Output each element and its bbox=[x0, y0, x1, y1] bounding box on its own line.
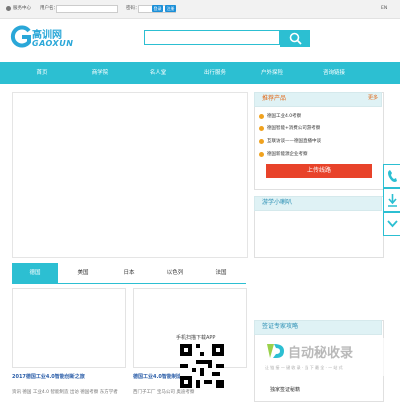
recommend-item[interactable]: 互联访谈——德国直播中谈 bbox=[267, 139, 321, 145]
visa-title: 签证专家攻略 bbox=[262, 323, 299, 330]
nav-item-travel-service[interactable]: 出行服务 bbox=[197, 62, 233, 84]
site-logo[interactable]: 高训网 GAOXUN bbox=[10, 25, 76, 51]
recommend-title: 推荐产品 bbox=[262, 95, 287, 102]
visa-exclusive-link[interactable]: 独家签证秘籍 bbox=[270, 388, 300, 393]
qr-caption: 手机扫描下载APP bbox=[176, 335, 216, 341]
float-scroll-button[interactable] bbox=[383, 212, 400, 236]
member-center-link[interactable]: 服务中心 bbox=[13, 6, 31, 12]
article-card-desc: 西门子工厂 宝马公司 奥迪考察 bbox=[133, 390, 195, 395]
banner-area[interactable] bbox=[12, 92, 248, 258]
username-input[interactable] bbox=[56, 5, 118, 13]
chevron-down-icon bbox=[387, 220, 398, 228]
article-card-desc: 资讯 德国 工业4.0 智能制造 出访 德国考察 东方学者 bbox=[12, 390, 118, 395]
tab-usa[interactable]: 美国 bbox=[60, 263, 106, 283]
language-switch[interactable]: EN bbox=[381, 6, 387, 12]
register-button[interactable]: 注册 bbox=[165, 5, 176, 12]
bullet-icon bbox=[259, 114, 264, 119]
watermark-brand: 自动秘收录 bbox=[288, 346, 354, 361]
top-bar: 服务中心 用户名： 密码： 登录 注册 EN bbox=[0, 0, 400, 19]
tab-france[interactable]: 法国 bbox=[198, 263, 244, 283]
recommend-item[interactable]: 德国新能源企业考察 bbox=[267, 152, 308, 158]
search-button[interactable] bbox=[280, 30, 310, 47]
tabs-underline bbox=[12, 283, 246, 284]
search-input[interactable] bbox=[144, 30, 280, 45]
member-center-icon bbox=[6, 6, 11, 11]
tab-israel[interactable]: 以色列 bbox=[152, 263, 198, 283]
app-qr-code[interactable] bbox=[180, 344, 224, 388]
article-card-image[interactable] bbox=[12, 288, 126, 368]
bullet-icon bbox=[259, 139, 264, 144]
recommend-item[interactable]: 德国工业4.0考察 bbox=[267, 114, 301, 120]
download-icon bbox=[388, 194, 397, 207]
article-card-title[interactable]: 德国工业4.0智能制造 bbox=[133, 375, 182, 380]
login-button[interactable]: 登录 bbox=[152, 5, 163, 12]
nav-item-consult-links[interactable]: 咨询链接 bbox=[316, 62, 352, 84]
nav-item-hall-of-fame[interactable]: 名人堂 bbox=[140, 62, 176, 84]
qr-code-icon bbox=[180, 344, 224, 388]
search-icon bbox=[289, 32, 302, 45]
recommend-more-link[interactable]: 更多 bbox=[368, 96, 378, 101]
tab-japan[interactable]: 日本 bbox=[106, 263, 152, 283]
logo-g-icon bbox=[10, 25, 31, 48]
bullet-icon bbox=[259, 126, 264, 131]
logo-english-text: GAOXUN bbox=[32, 39, 74, 48]
upload-route-button[interactable]: 上传线路 bbox=[266, 164, 372, 178]
nav-item-business-school[interactable]: 商学院 bbox=[82, 62, 118, 84]
main-nav: 首页 商学院 名人堂 出行服务 户外探险 咨询链接 bbox=[0, 62, 400, 84]
float-download-button[interactable] bbox=[383, 188, 400, 212]
phone-icon bbox=[388, 170, 397, 182]
nav-item-outdoor[interactable]: 户外探险 bbox=[254, 62, 290, 84]
article-card-title[interactable]: 2017德国工业4.0智能创新之旅 bbox=[12, 375, 85, 380]
recommend-item[interactable]: 德国智能+消费公司游考察 bbox=[267, 126, 320, 132]
bullet-icon bbox=[259, 152, 264, 157]
news-title: 游学小喇叭 bbox=[262, 199, 293, 206]
tab-germany[interactable]: 德国 bbox=[12, 263, 58, 283]
watermark-overlay: 自动秘收录 让 链 接 一 键 收 录 · 当 下 最 全 · 一 站 式 bbox=[262, 338, 386, 376]
float-phone-button[interactable] bbox=[383, 164, 400, 188]
nav-item-home[interactable]: 首页 bbox=[24, 62, 60, 84]
watermark-tagline: 让 链 接 一 键 收 录 · 当 下 最 全 · 一 站 式 bbox=[265, 365, 343, 370]
watermark-logo-icon bbox=[267, 344, 284, 358]
